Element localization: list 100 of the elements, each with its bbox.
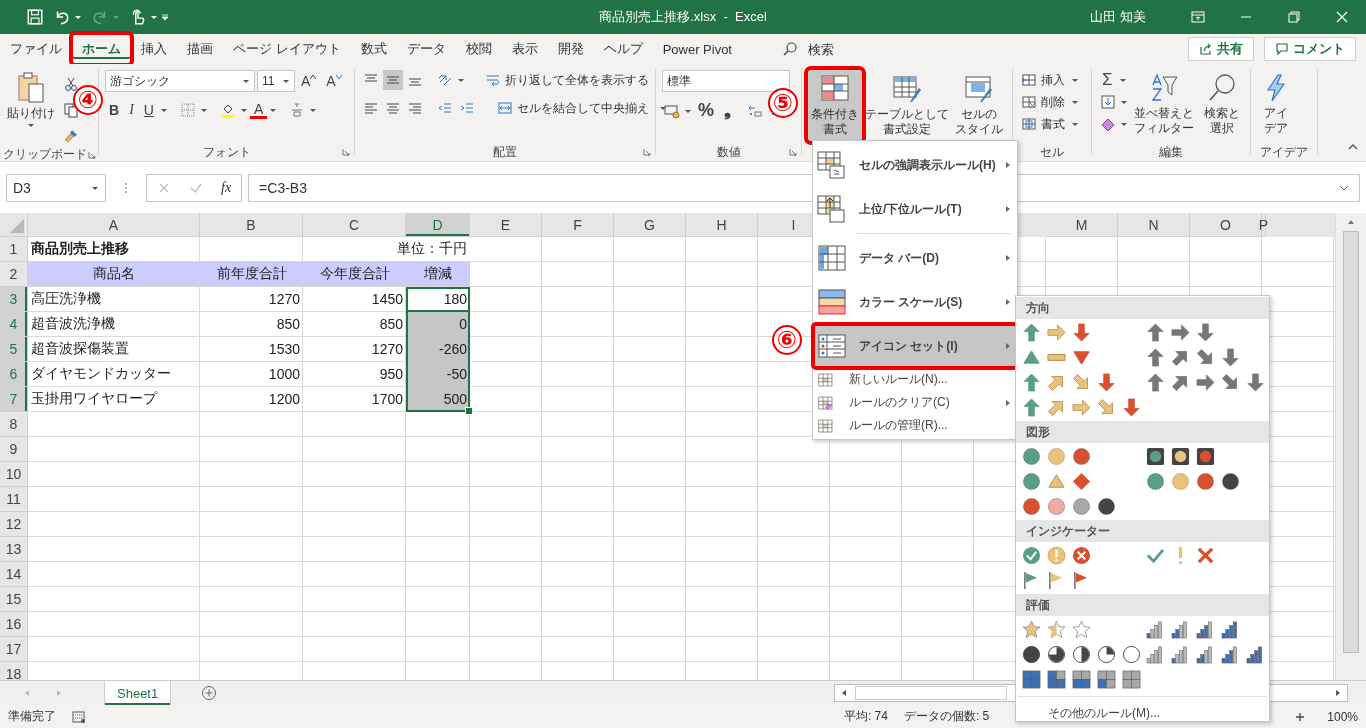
pie-icon[interactable] [1097, 645, 1116, 664]
check-icon[interactable] [1145, 546, 1165, 565]
ribbon-display-icon[interactable] [1191, 10, 1205, 24]
text-style-button[interactable]: I [125, 102, 138, 118]
row-header[interactable]: 6 [0, 362, 28, 387]
number-format-field[interactable]: 標準 [662, 70, 790, 92]
diamond-icon[interactable] [1072, 472, 1091, 491]
caret-icon[interactable] [199, 106, 208, 114]
grid-squares-icon[interactable] [1022, 670, 1041, 689]
dialog-launcher-icon[interactable] [789, 148, 797, 156]
arrow-icon[interactable] [1195, 373, 1215, 392]
cross-icon[interactable] [1195, 546, 1215, 565]
insert-function-button[interactable]: fx [221, 179, 232, 196]
arrow-icon[interactable] [1170, 348, 1190, 367]
dialog-launcher-icon[interactable] [643, 148, 651, 156]
signal-bars-icon[interactable] [1195, 620, 1215, 639]
pie-icon[interactable] [1047, 645, 1066, 664]
grid-squares-icon[interactable] [1097, 670, 1116, 689]
dialog-launcher-icon[interactable] [342, 148, 350, 156]
circle-icon[interactable] [1097, 497, 1116, 516]
row-header[interactable]: 11 [0, 487, 28, 512]
customize-icon[interactable] [161, 13, 169, 21]
scrollbar-thumb[interactable] [1343, 231, 1359, 653]
wrap-text-button[interactable]: 折り返して全体を表示する [483, 70, 649, 90]
column-header[interactable]: H [686, 213, 758, 237]
zoom-level[interactable]: 100% [1327, 709, 1358, 724]
row-header[interactable]: 18 [0, 662, 28, 680]
row-header[interactable]: 7 [0, 387, 28, 412]
column-header[interactable]: P [1262, 213, 1266, 237]
triangle-icon[interactable] [1047, 472, 1066, 491]
row-header[interactable]: 9 [0, 437, 28, 462]
fill-down-icon[interactable] [1098, 92, 1118, 112]
comma-style-button[interactable]: ❟ [720, 100, 735, 121]
star-icon[interactable] [1072, 620, 1091, 639]
collapse-ribbon-icon[interactable] [1348, 143, 1358, 151]
traffic-light-icon[interactable] [1195, 447, 1215, 466]
arrow-icon[interactable] [1220, 348, 1240, 367]
column-header[interactable]: D [406, 213, 470, 237]
ribbon-tab[interactable]: ファイル [0, 34, 72, 64]
circle-icon[interactable] [1220, 472, 1240, 491]
circle-icon[interactable] [1195, 472, 1215, 491]
font-size-field[interactable]: 11 [257, 70, 295, 92]
arrow-icon[interactable] [1022, 323, 1041, 342]
ribbon-tab[interactable]: ヘルプ [593, 34, 653, 64]
vertical-scrollbar[interactable] [1335, 213, 1366, 680]
caret-icon[interactable] [457, 76, 465, 84]
ribbon-tab[interactable]: 挿入 [131, 34, 177, 64]
save-icon[interactable] [26, 8, 44, 26]
signal-bars-icon[interactable] [1220, 620, 1240, 639]
ribbon-tab[interactable]: 表示 [501, 34, 548, 64]
row-header[interactable]: 17 [0, 637, 28, 662]
menu-item[interactable]: カラー スケール(S) [813, 280, 1017, 324]
increase-font-size-button[interactable]: A [297, 73, 321, 89]
arrow-icon[interactable] [1170, 373, 1190, 392]
dialog-launcher-icon[interactable] [88, 150, 96, 159]
grid-squares-icon[interactable] [1047, 670, 1066, 689]
column-header[interactable]: F [542, 213, 614, 237]
text-style-button[interactable]: B [105, 102, 124, 118]
arrow-icon[interactable] [1195, 323, 1215, 342]
share-button[interactable]: 共有 [1188, 37, 1254, 61]
pie-icon[interactable] [1072, 645, 1091, 664]
decrease-font-size-button[interactable]: A [322, 73, 346, 89]
arrow-icon[interactable] [1195, 348, 1215, 367]
copy-icon[interactable] [61, 100, 81, 120]
ideas-button[interactable]: アイ デア [1257, 70, 1295, 138]
column-header[interactable]: A [28, 213, 200, 237]
arrow-icon[interactable] [1072, 398, 1091, 417]
star-icon[interactable] [1047, 620, 1066, 639]
caret-icon[interactable] [150, 13, 158, 21]
row-header[interactable]: 15 [0, 587, 28, 612]
ribbon-tab[interactable]: ページ レイアウト [223, 34, 351, 64]
arrow-icon[interactable] [1022, 398, 1041, 417]
arrow-icon[interactable] [1047, 323, 1066, 342]
ribbon-tab[interactable]: 描画 [177, 34, 223, 64]
arrow-icon[interactable] [1145, 323, 1165, 342]
arrow-icon[interactable] [1072, 373, 1091, 392]
arrow-icon[interactable] [1145, 373, 1165, 392]
ribbon-tab[interactable]: 開発 [547, 34, 594, 64]
column-header[interactable]: G [614, 213, 686, 237]
row-header[interactable]: 8 [0, 412, 28, 437]
signal-bars-icon[interactable] [1220, 645, 1240, 664]
circle-icon[interactable] [1022, 497, 1041, 516]
editing-button[interactable]: 検索と 選択 [1200, 70, 1244, 138]
signal-bars-icon[interactable] [1145, 620, 1165, 639]
ribbon-tab[interactable]: データ [396, 34, 456, 64]
arrow-icon[interactable] [1047, 373, 1066, 392]
arrow-icon[interactable] [1097, 398, 1116, 417]
pie-icon[interactable] [1022, 645, 1041, 664]
column-header[interactable]: C [303, 213, 406, 237]
grid-squares-icon[interactable] [1072, 670, 1091, 689]
editing-button[interactable]: 並べ替えと フィルター [1130, 70, 1198, 138]
signal-bars-icon[interactable] [1195, 645, 1215, 664]
arrow-icon[interactable] [1047, 398, 1066, 417]
signal-bars-icon[interactable] [1170, 620, 1190, 639]
triangle-icon[interactable] [1022, 348, 1041, 367]
row-header[interactable]: 16 [0, 612, 28, 637]
cells-button[interactable]: 挿入 [1019, 70, 1079, 90]
triangle-icon[interactable] [1072, 348, 1091, 367]
zoom-in-icon[interactable] [1295, 711, 1306, 722]
traffic-light-icon[interactable] [1145, 447, 1165, 466]
